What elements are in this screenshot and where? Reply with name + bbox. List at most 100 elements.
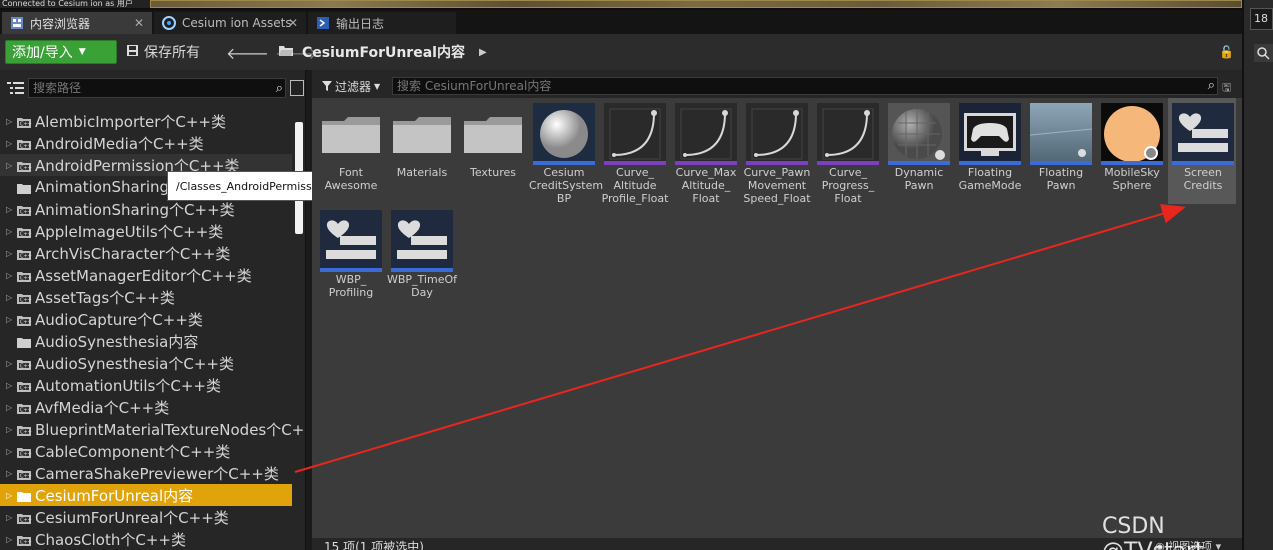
tree-item[interactable]: ▷ C++ AudioCapture个C++类 [0, 308, 306, 330]
expand-arrow-icon[interactable]: ▷ [6, 161, 16, 170]
asset-type-bar [746, 161, 808, 165]
svg-text:C++: C++ [20, 143, 32, 149]
content-browser-icon [10, 16, 24, 30]
asset-tile[interactable]: MobileSky Sphere [1097, 98, 1163, 200]
expand-arrow-icon[interactable]: ▷ [6, 535, 16, 544]
tree-item-label: ArchVisCharacter个C++类 [35, 244, 231, 263]
expand-arrow-icon[interactable]: ▷ [6, 491, 16, 500]
expand-arrow-icon[interactable]: ▷ [6, 139, 16, 148]
add-import-button[interactable]: 添加/导入 ▼ [5, 40, 117, 64]
tree-item[interactable]: ▷ C++ CesiumForUnreal个C++类 [0, 506, 306, 528]
asset-tile[interactable]: Curve_ Progress_ Float [813, 98, 879, 205]
expand-arrow-icon[interactable]: ▷ [6, 381, 16, 390]
path-search-input[interactable]: 搜索路径 ⌕ [28, 78, 286, 98]
asset-tile[interactable]: Curve_ Altitude Profile_Float [600, 98, 668, 205]
asset-tile[interactable]: Cesium CreditSystem BP [529, 98, 603, 205]
tree-item[interactable]: ▷ C++ BlueprintMaterialTextureNodes个C+ [0, 418, 306, 440]
expand-arrow-icon[interactable]: ▷ [6, 359, 16, 368]
asset-type-bar [959, 161, 1021, 165]
filter-button[interactable]: 过滤器 ▼ [322, 78, 380, 95]
expand-arrow-icon[interactable]: ▷ [6, 271, 16, 280]
asset-tile[interactable]: WBP_ Profiling [316, 205, 382, 307]
tree-item-label: AvfMedia个C++类 [35, 398, 170, 417]
tab-output-log[interactable]: 输出日志 [308, 12, 456, 34]
tree-item[interactable]: ▷ C++ CableComponent个C++类 [0, 440, 306, 462]
asset-tile[interactable]: Textures [458, 98, 524, 200]
tree-item[interactable]: ▷ C++ CameraShakePreviewer个C++类 [0, 462, 306, 484]
tree-item[interactable]: ▷ C++ AudioSynesthesia个C++类 [0, 352, 306, 374]
options-icon[interactable] [290, 80, 304, 96]
tab-content-browser[interactable]: 内容浏览器 ✕ [2, 12, 152, 34]
asset-label: Screen Credits [1183, 166, 1223, 192]
save-search-icon[interactable]: 🖫 [1222, 79, 1231, 98]
expand-arrow-icon[interactable]: ▷ [6, 293, 16, 302]
folder-open-icon [278, 44, 294, 61]
chevron-right-icon[interactable]: ▶ [479, 47, 487, 58]
asset-thumbnail [888, 103, 950, 165]
cpp-folder-icon: C++ [16, 247, 32, 260]
folder-tree: ▷ C++ AlembicImporter个C++类 ▷ C++ AndroidMedia… [0, 100, 306, 550]
list-item [0, 100, 306, 110]
asset-tile[interactable]: Materials [387, 98, 453, 200]
cpp-folder-icon: C++ [16, 291, 32, 304]
asset-thumbnail [1172, 103, 1234, 165]
svg-text:C++: C++ [20, 451, 32, 457]
asset-tile[interactable]: Floating GameMode [955, 98, 1021, 200]
tree-item[interactable]: ▷ C++ AndroidMedia个C++类 [0, 132, 306, 154]
tab-bar: 内容浏览器 ✕ Cesium ion Assets ✕ 输出日志 [0, 10, 1242, 34]
tree-item[interactable]: AudioSynesthesia内容 [0, 330, 306, 352]
tree-item-label: BlueprintMaterialTextureNodes个C+ [35, 420, 305, 439]
tree-item[interactable]: ▷ C++ AssetManagerEditor个C++类 [0, 264, 306, 286]
tree-item[interactable]: ▷ C++ AvfMedia个C++类 [0, 396, 306, 418]
asset-type-bar [1030, 161, 1092, 165]
asset-thumbnail [604, 103, 666, 165]
folder-icon [320, 103, 382, 165]
asset-label: Dynamic Pawn [894, 166, 944, 192]
folder-icon [16, 181, 32, 194]
asset-tile[interactable]: WBP_TimeOf Day [387, 205, 457, 307]
expand-arrow-icon[interactable]: ▷ [6, 117, 16, 126]
asset-tile[interactable]: Dynamic Pawn [884, 98, 950, 200]
expand-arrow-icon[interactable]: ▷ [6, 249, 16, 258]
asset-tile[interactable]: Curve_Pawn Movement Speed_Float [742, 98, 811, 205]
expand-arrow-icon[interactable]: ▷ [6, 469, 16, 478]
lock-icon[interactable]: 🔓 [1219, 45, 1234, 59]
breadcrumb[interactable]: CesiumForUnreal内容 ▶ [278, 40, 487, 64]
asset-tile[interactable]: Screen Credits [1168, 98, 1236, 204]
tree-item[interactable]: ▷ C++ AssetTags个C++类 [0, 286, 306, 308]
close-icon[interactable]: ✕ [288, 16, 298, 30]
asset-search-placeholder: 搜索 CesiumForUnreal内容 [397, 79, 552, 93]
close-icon[interactable]: ✕ [134, 16, 144, 30]
tree-item[interactable]: ▷ C++ ChaosCloth个C++类 [0, 528, 306, 550]
asset-thumbnail [817, 103, 879, 165]
expand-arrow-icon[interactable]: ▷ [6, 227, 16, 236]
tree-item[interactable]: ▷ C++ AnimationSharing个C++类 [0, 198, 306, 220]
svg-text:C++: C++ [20, 407, 32, 413]
save-all-button[interactable]: 保存所有 [126, 40, 200, 64]
expand-arrow-icon[interactable]: ▷ [6, 447, 16, 456]
svg-text:C++: C++ [20, 253, 32, 259]
tree-header: 搜索路径 ⌕ [0, 74, 306, 98]
expand-arrow-icon[interactable]: ▷ [6, 205, 16, 214]
asset-tile[interactable]: Floating Pawn [1026, 98, 1093, 200]
numeric-field[interactable]: 18 [1250, 8, 1273, 30]
cpp-folder-icon: C++ [16, 225, 32, 238]
expand-arrow-icon[interactable]: ▷ [6, 403, 16, 412]
tree-toggle-icon[interactable] [7, 80, 24, 94]
back-arrow-icon[interactable]: 🡐 [226, 44, 275, 63]
tree-item[interactable]: ▷ CesiumForUnreal内容 [0, 484, 292, 506]
asset-tile[interactable]: Font Awesome [316, 98, 382, 200]
expand-arrow-icon[interactable]: ▷ [6, 513, 16, 522]
connection-status: Connected to Cesium ion as 用户 [0, 0, 150, 8]
asset-tile[interactable]: Curve_Max Altitude_ Float [671, 98, 737, 205]
search-icon[interactable] [1254, 44, 1273, 62]
tree-item[interactable]: ▷ C++ AppleImageUtils个C++类 [0, 220, 306, 242]
expand-arrow-icon[interactable]: ▷ [6, 425, 16, 434]
tree-item[interactable]: ▷ C++ AlembicImporter个C++类 [0, 110, 306, 132]
tree-item[interactable]: ▷ C++ AutomationUtils个C++类 [0, 374, 306, 396]
tab-cesium-ion-assets[interactable]: Cesium ion Assets ✕ [154, 12, 306, 34]
asset-thumbnail [1101, 103, 1163, 165]
expand-arrow-icon[interactable]: ▷ [6, 315, 16, 324]
asset-search-input[interactable]: 搜索 CesiumForUnreal内容 ⌕ [392, 77, 1218, 95]
tree-item[interactable]: ▷ C++ ArchVisCharacter个C++类 [0, 242, 306, 264]
